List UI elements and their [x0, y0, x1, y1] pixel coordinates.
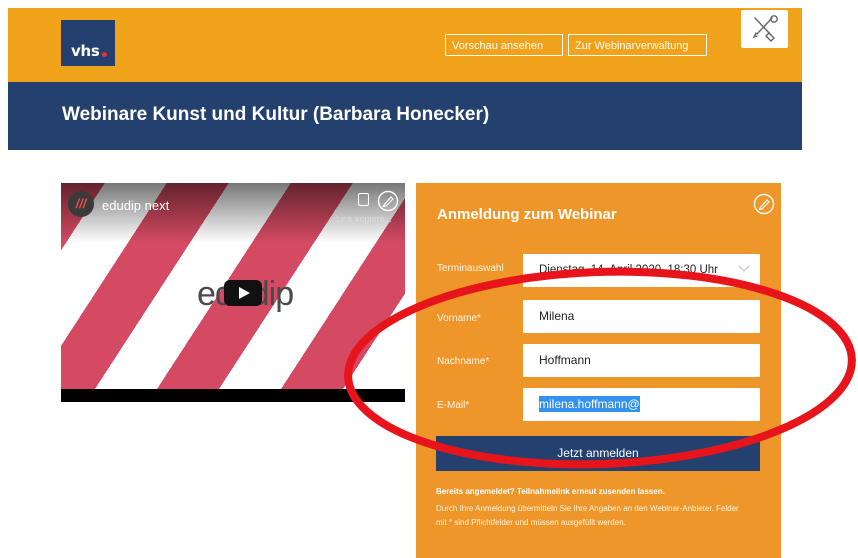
top-header: vhs Vorschau ansehen Zur Webinarverwaltu…: [8, 8, 802, 82]
consent-notice: Durch Ihre Anmeldung übermitteln Sie Ihr…: [436, 504, 739, 527]
registration-title: Anmeldung zum Webinar: [437, 206, 617, 223]
edit-pencil-icon[interactable]: [753, 193, 775, 215]
page-title: Webinare Kunst und Kultur (Barbara Honec…: [62, 104, 490, 125]
email-label: E-Mail*: [437, 400, 470, 411]
video-top-gradient: [61, 183, 405, 243]
video-share-icon[interactable]: [377, 190, 399, 212]
lastname-input[interactable]: Hoffmann: [523, 344, 760, 377]
copy-link-icon[interactable]: [358, 193, 369, 206]
tools-icon: [752, 15, 778, 42]
registration-panel: Anmeldung zum Webinar Terminauswahl Dien…: [416, 183, 781, 558]
email-input-value: milena.hoffmann@: [539, 396, 640, 412]
firstname-label: Vorname*: [437, 313, 481, 324]
preview-button[interactable]: Vorschau ansehen: [445, 34, 563, 56]
date-select-value: Dienstag, 14. April 2020, 18:30 Uhr: [539, 264, 719, 276]
resend-link[interactable]: Bereits angemeldet? Teilnahmelink erneut…: [436, 487, 665, 496]
title-bar: Webinare Kunst und Kultur (Barbara Honec…: [8, 82, 802, 150]
lastname-label: Nachname*: [437, 356, 490, 367]
copy-link-label: Link kopiere...: [336, 214, 393, 224]
date-select-label: Terminauswahl: [437, 263, 504, 274]
logo-dot: [102, 52, 107, 57]
firstname-input[interactable]: Milena: [523, 300, 760, 333]
chevron-down-icon: [738, 260, 750, 272]
register-button[interactable]: Jetzt anmelden: [436, 436, 760, 471]
vhs-logo[interactable]: vhs: [61, 20, 115, 66]
email-input[interactable]: milena.hoffmann@: [523, 388, 760, 421]
channel-avatar-icon[interactable]: ///: [68, 191, 94, 217]
date-select[interactable]: Dienstag, 14. April 2020, 18:30 Uhr: [523, 254, 760, 287]
play-button-icon[interactable]: [224, 280, 262, 306]
video-player[interactable]: edudip /// edudip next Link kopiere...: [61, 183, 405, 402]
logo-text: vhs: [71, 42, 100, 60]
tools-button[interactable]: [741, 10, 788, 48]
video-channel-title[interactable]: edudip next: [102, 198, 169, 213]
webinar-admin-button[interactable]: Zur Webinarverwaltung: [568, 34, 707, 56]
